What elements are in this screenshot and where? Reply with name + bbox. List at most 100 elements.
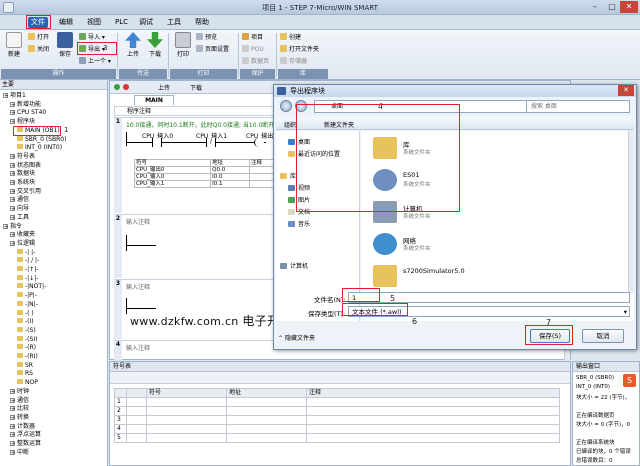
tree-item[interactable]: -|N|- [17, 300, 38, 309]
tree-item[interactable]: + 新增功能 [10, 101, 41, 109]
pou-protect-button[interactable]: POU [242, 45, 264, 54]
tree-item[interactable]: + 整数运算 [10, 440, 41, 448]
tree-item[interactable]: -( ) [17, 309, 34, 318]
nav-item-libraries[interactable]: 库 [280, 171, 296, 180]
tree-item[interactable]: + 比较 [10, 405, 29, 413]
table-row[interactable]: 2 [114, 406, 560, 416]
page-setup-button[interactable]: 页面设置 [196, 45, 229, 54]
upload-button[interactable]: 上传 [122, 32, 144, 58]
download-button[interactable]: 下载 [144, 32, 166, 58]
nav-item-pictures[interactable]: 图片 [288, 195, 310, 204]
tree-item[interactable]: + CPU ST40 [10, 109, 46, 117]
new-button[interactable]: 新建 [3, 32, 25, 58]
tree-item[interactable]: + 通信 [10, 196, 29, 204]
file-list-scrollbar[interactable] [628, 131, 634, 293]
previous-button[interactable]: 上一个 ▾ [79, 57, 111, 66]
menu-debug[interactable]: 调试 [136, 17, 156, 28]
editor-download-button[interactable]: 下载 [190, 83, 202, 92]
tree-item[interactable]: -(I) [17, 318, 34, 326]
cancel-button[interactable]: 取消 [582, 329, 624, 343]
editor-upload-button[interactable]: 上传 [158, 83, 170, 92]
tree-item[interactable]: + 计数器 [10, 423, 35, 431]
nav-item-documents[interactable]: 文档 [288, 207, 310, 216]
network-comment[interactable]: 10.0接通，同时10.1断开，此时Q0.0接通; 当10.0断开... [126, 120, 280, 129]
network-comment[interactable]: 输入注释 [126, 343, 150, 352]
open-folder-button[interactable]: 打开文件夹 [280, 45, 319, 54]
stop-icon[interactable] [123, 84, 129, 90]
import-button[interactable]: 导入 ▾ [79, 33, 105, 42]
tree-item[interactable]: + 指令 [3, 223, 22, 231]
tree-item[interactable]: + 时钟 [10, 388, 29, 396]
tree-item[interactable]: -|↓|- [17, 274, 38, 283]
table-row[interactable]: 5 [114, 433, 560, 443]
tree-item[interactable]: MAIN (OB1) [17, 126, 60, 135]
open-button[interactable]: 打开 [28, 33, 49, 42]
menu-edit[interactable]: 编辑 [56, 17, 76, 28]
nav-item-desktop[interactable]: 桌面 [288, 137, 310, 146]
tree-item[interactable]: + 状态图表 [10, 162, 41, 170]
menu-plc[interactable]: PLC [112, 17, 131, 28]
tree-item[interactable]: + 位逻辑 [10, 240, 35, 248]
search-input[interactable]: 搜索 桌面 [526, 100, 630, 113]
tree-item[interactable]: + 交叉引用 [10, 188, 41, 196]
tree-item[interactable]: SR [17, 361, 33, 370]
table-row[interactable]: 3 [114, 415, 560, 425]
organize-button[interactable]: 组织 [284, 120, 296, 129]
tree-item[interactable]: SBR_0 (SBR0) [17, 135, 66, 144]
nc-contact[interactable]: / [206, 138, 216, 147]
tree-item[interactable]: -|P|- [17, 292, 37, 300]
memory-card-button[interactable]: 存储器 [280, 57, 307, 66]
dialog-close-button[interactable]: ✕ [618, 85, 634, 96]
menu-file[interactable]: 文件 [28, 17, 48, 28]
menu-tools[interactable]: 工具 [164, 17, 184, 28]
tree-item[interactable]: -|↑|- [17, 266, 38, 274]
tree-item[interactable]: + 向导 [10, 205, 29, 213]
export-button[interactable]: 导出 ▾ [79, 45, 105, 54]
create-library-button[interactable]: 创建 [280, 33, 301, 42]
nav-item-music[interactable]: 音乐 [288, 219, 310, 228]
data-page-protect-button[interactable]: 数据页 [242, 57, 269, 66]
tree-item[interactable]: -|NOT|- [17, 283, 46, 291]
close-button[interactable]: ✕ [620, 1, 638, 13]
tree-item[interactable]: + 符号表 [10, 153, 35, 161]
tree-item[interactable]: + 系统块 [10, 179, 35, 187]
tab-main[interactable]: MAIN [134, 95, 174, 105]
back-button[interactable] [280, 100, 292, 112]
network-comment[interactable]: 输入注释 [126, 282, 150, 291]
table-row[interactable]: 4 [114, 424, 560, 434]
table-row[interactable]: 1 [114, 397, 560, 407]
symbol-grid[interactable]: 符号 地址 注释 1 2 3 4 5 [114, 388, 560, 443]
tree-item[interactable]: -| / |- [17, 257, 39, 265]
tree-item[interactable]: + 工具 [10, 214, 29, 222]
close-project-button[interactable]: 关闭 [28, 45, 49, 54]
maximize-button[interactable]: □ [603, 1, 621, 13]
tree-item[interactable]: RS [17, 370, 33, 378]
tree-item[interactable]: + 转换 [10, 414, 29, 422]
list-item[interactable]: s7200Simulator5.0 [373, 263, 573, 291]
tree-item[interactable]: + 程序块 [10, 118, 35, 126]
save-dialog-button[interactable]: 保存(S) [530, 329, 570, 343]
tree-item[interactable]: -| |- [17, 248, 35, 257]
save-button[interactable]: 保存 [54, 32, 76, 58]
list-item[interactable]: 库系统文件夹 [373, 135, 513, 163]
network-comment[interactable]: 输入注释 [126, 217, 150, 226]
run-icon[interactable] [114, 84, 120, 90]
tree-item[interactable]: -(R) [17, 344, 36, 352]
menu-view[interactable]: 视图 [84, 17, 104, 28]
nav-item-recent[interactable]: 最近访问的位置 [288, 149, 340, 158]
tree-item[interactable]: + 通信 [10, 397, 29, 405]
minimize-button[interactable]: – [586, 1, 604, 13]
list-item[interactable]: 计算机 系统文件夹 [373, 199, 513, 227]
preview-button[interactable]: 预览 [196, 33, 217, 42]
tree-item[interactable]: -(S) [17, 326, 36, 335]
new-folder-button[interactable]: 新建文件夹 [324, 120, 354, 129]
tree-item[interactable]: + 数据块 [10, 170, 35, 178]
nav-item-videos[interactable]: 视频 [288, 183, 310, 192]
hide-folders-toggle[interactable]: ⌃ 隐藏文件夹 [278, 333, 315, 342]
list-item[interactable]: 网络 系统文件夹 [373, 231, 513, 259]
tree-item[interactable]: + 中断 [10, 449, 29, 457]
tree-item[interactable]: -(SI) [17, 335, 37, 344]
no-contact[interactable] [152, 138, 162, 147]
project-protect-button[interactable]: 项目 [242, 33, 263, 42]
tree-item[interactable]: + 收藏夹 [10, 231, 35, 239]
